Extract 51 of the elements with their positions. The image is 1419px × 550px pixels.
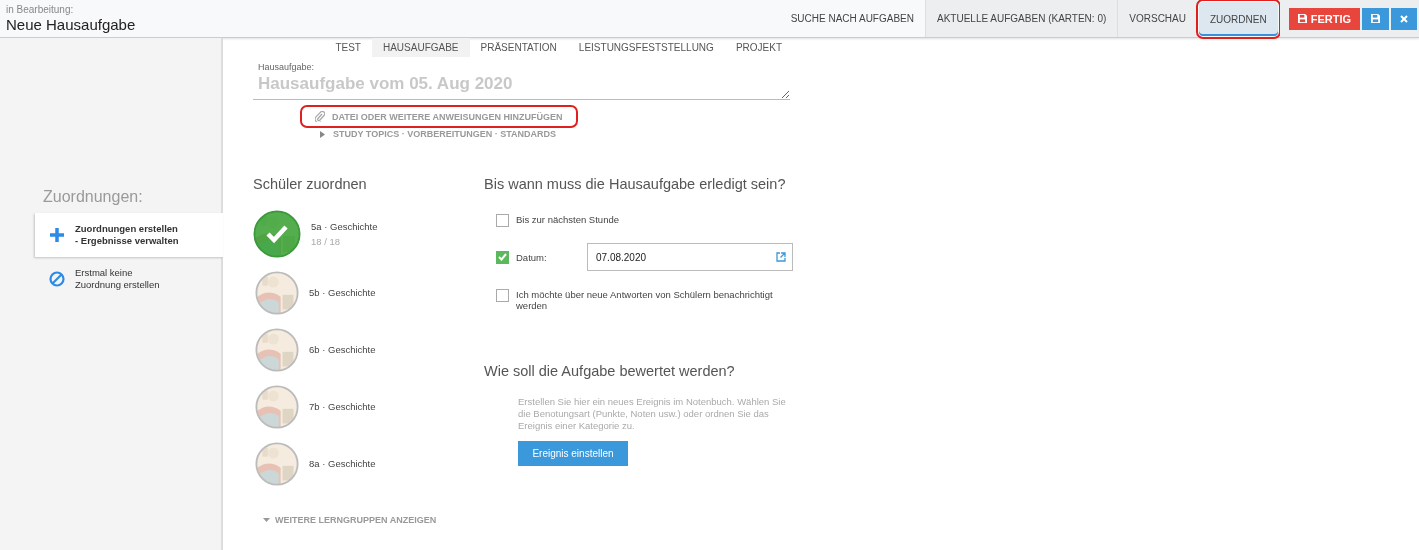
group-count: 18 / 18 [311,236,342,247]
page-title: Neue Hausaufgabe [6,16,137,33]
type-tab[interactable]: TEST [324,38,372,57]
done-button[interactable]: FERTIG [1288,7,1360,30]
section-heading: Bis wann muss die Hausaufgabe erledigt sein? [484,176,787,192]
close-icon [1400,14,1408,23]
checkbox[interactable] [496,250,509,264]
group-name: 5a · Geschichte [311,221,378,232]
save-icon [1297,14,1307,23]
group-item[interactable]: 5b · Geschichte [253,264,484,321]
nav-tab[interactable]: AKTUELLE AUFGABEN (KARTEN: 0) [925,0,1118,37]
caret-icon [320,130,325,138]
sidebar-item-label: Erstmal keine Zuordnung erstellen [75,267,160,291]
checkbox-label: Datum: [516,251,547,263]
close-button[interactable] [1391,7,1417,30]
group-name: 5b · Geschichte [309,287,376,298]
grading-description: Erstellen Sie hier ein neues Ereignis im Notenbuch. Wählen Sie die Benotungsart (Punkte, Noten usw.) oder ordnen Sie das Ereignis einer Kategorie zu. [518,396,787,432]
external-link-icon [776,252,786,262]
nav-tab[interactable]: VORSCHAU [1117,0,1197,37]
group-name: 6b · Geschichte [309,344,376,355]
date-input-field[interactable]: 07.08.2020 [587,243,793,271]
type-tab[interactable]: LEISTUNGSFESTSTELLUNG [567,38,725,57]
sidebar-item-label: Zuordnungen erstellen - Ergebnisse verwalten [75,223,179,247]
type-tab[interactable]: HAUSAUFGABE [371,38,470,57]
status-label: in Bearbeitung: [6,4,75,15]
group-name: 8a · Geschichte [309,458,376,469]
plus-icon [49,227,65,243]
group-name: 7b · Geschichte [309,401,376,412]
group-item[interactable]: 5a · Geschichte 18 / 18 [253,204,484,264]
save-button[interactable] [1362,7,1389,30]
sidebar-item[interactable]: Erstmal keine Zuordnung erstellen [35,257,223,301]
nav-tab[interactable]: SUCHE NACH AUFGABEN [779,0,925,37]
group-item[interactable]: 8a · Geschichte [253,435,484,492]
sidebar-item[interactable]: Zuordnungen erstellen - Ergebnisse verwalten [35,213,223,257]
type-tab[interactable]: PRÄSENTATION [469,38,568,57]
group-item[interactable]: 6b · Geschichte [253,321,484,378]
nav-tab[interactable]: ZUORDNEN [1199,2,1278,36]
caret-icon [263,517,270,523]
section-heading: Wie soll die Aufgabe bewertet werden? [484,363,736,379]
sidebar-heading: Zuordnungen: [42,188,144,206]
type-tab[interactable]: PROJEKT [724,38,793,57]
section-heading: Schüler zuordnen [253,176,368,192]
group-item[interactable]: 7b · Geschichte [253,378,484,435]
checkbox[interactable] [496,214,509,227]
checkbox[interactable] [496,289,509,302]
save-icon [1371,14,1380,23]
checkbox-label: Ich möchte über neue Antworten von Schülern benachrichtigt werden [516,289,774,311]
checkbox-label: Bis zur nächsten Stunde [516,214,619,225]
prohibited-icon [49,271,65,287]
paperclip-icon [315,111,325,122]
field-label: Hausaufgabe: [258,62,316,72]
